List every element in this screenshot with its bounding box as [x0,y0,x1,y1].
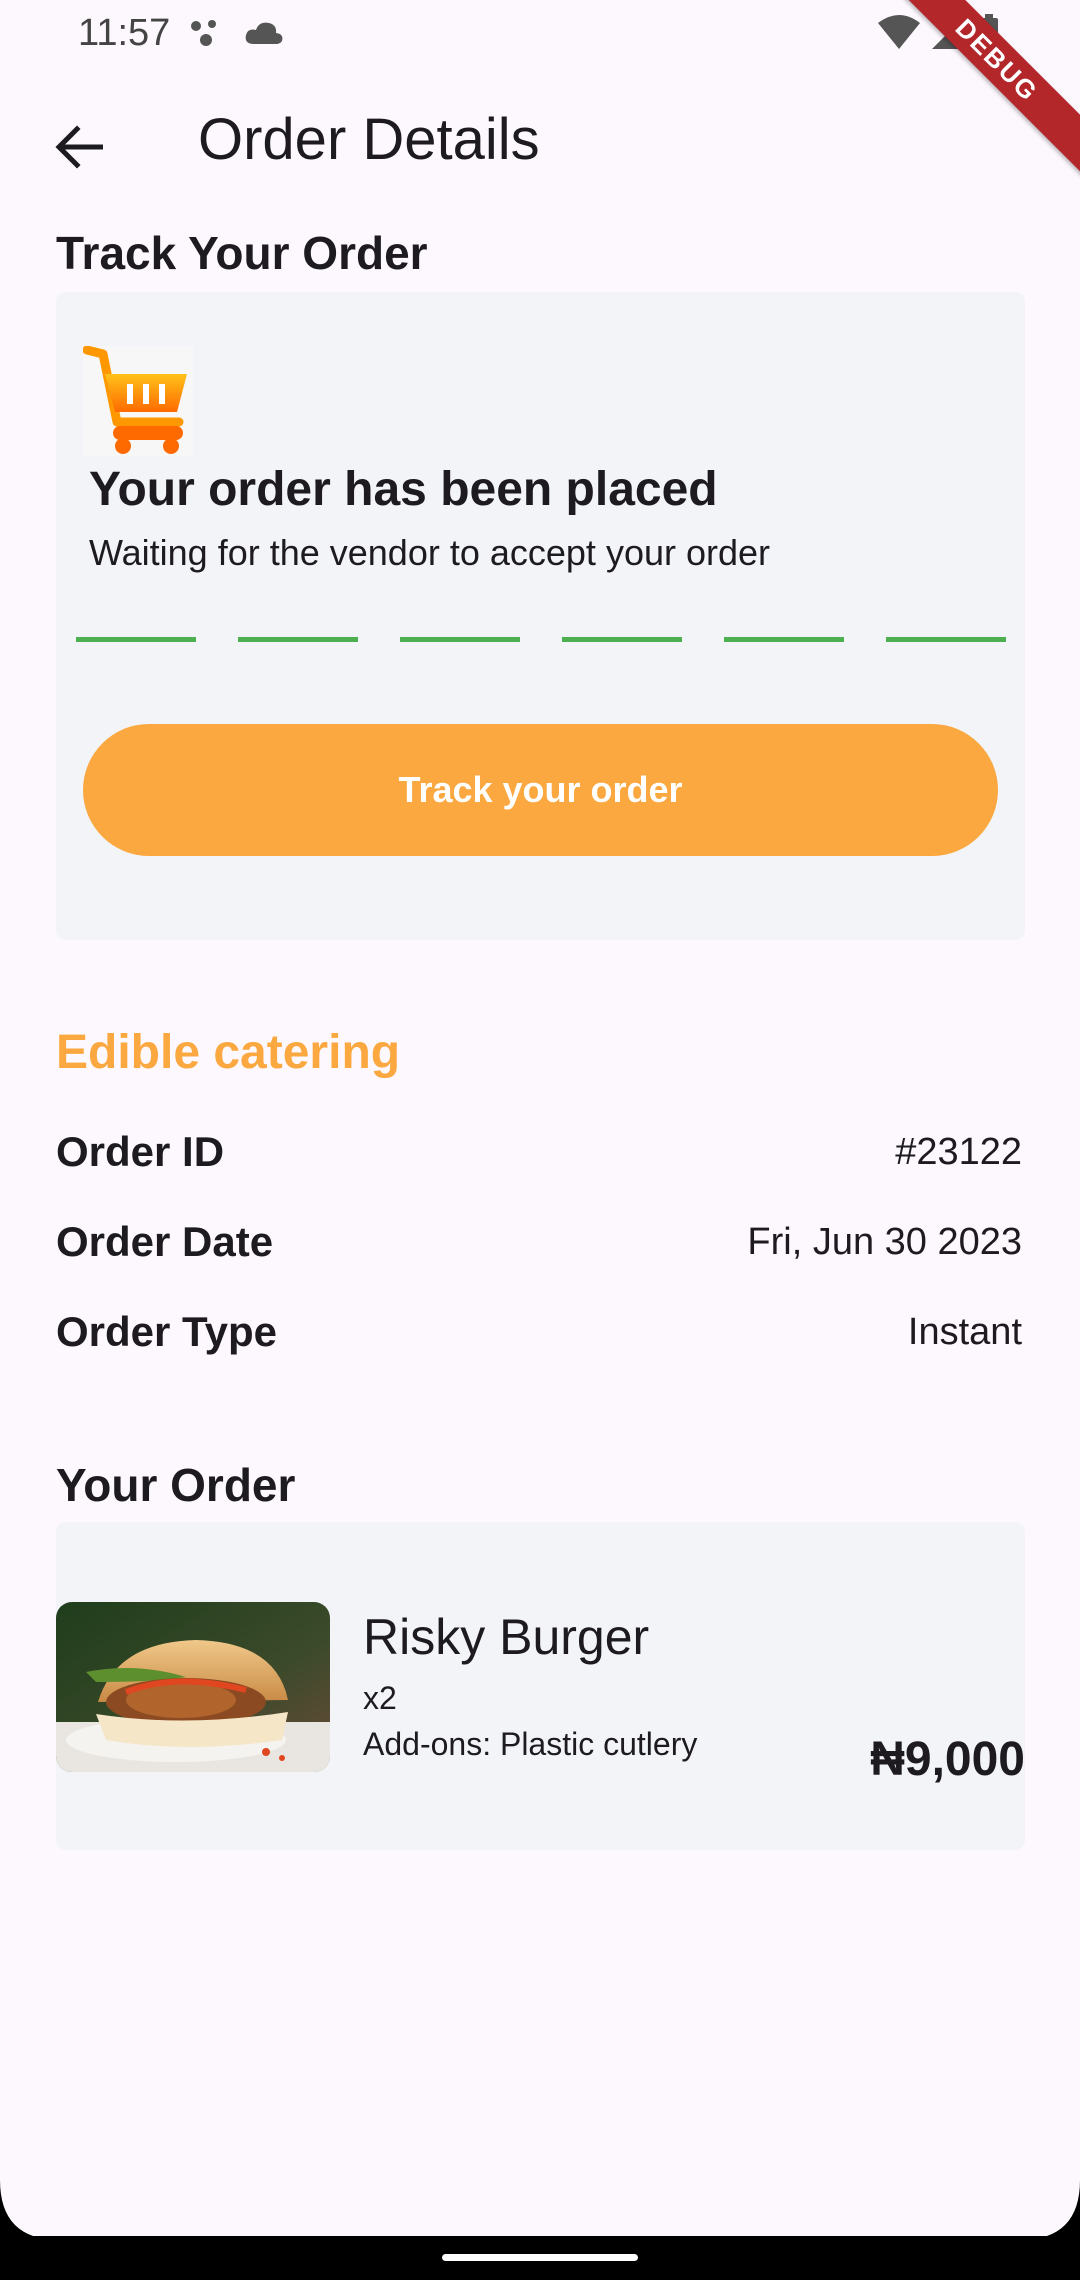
wifi-icon [878,15,920,49]
track-section-title: Track Your Order [56,227,428,279]
order-type-value: Instant [907,1311,1022,1353]
track-order-button[interactable]: Track your order [83,724,998,856]
item-price: ₦9,000 [870,1733,1025,1786]
order-status-subtitle: Waiting for the vendor to accept your or… [89,532,771,573]
status-bar: 11:57 [0,0,1080,70]
vendor-name: Edible catering [56,1026,401,1079]
burger-image [56,1602,330,1772]
app-bar: Order Details [0,100,1080,190]
status-icons-left [190,18,284,48]
order-id-value: #23122 [895,1131,1022,1173]
arrow-left-icon [55,125,103,169]
progress-step [238,637,358,642]
progress-step [562,637,682,642]
progress-step [400,637,520,642]
page-title: Order Details [198,107,540,172]
order-date-value: Fri, Jun 30 2023 [747,1221,1022,1263]
back-button[interactable] [48,116,110,178]
order-status-title: Your order has been placed [89,463,718,516]
home-gesture-handle[interactable] [442,2254,638,2261]
order-item-card[interactable]: Risky Burger x2 Add-ons: Plastic cutlery… [56,1522,1025,1850]
item-name: Risky Burger [363,1609,650,1665]
order-date-label: Order Date [56,1218,274,1265]
order-id-label: Order ID [56,1128,225,1175]
order-type-label: Order Type [56,1308,277,1355]
your-order-title: Your Order [56,1459,296,1511]
progress-step [76,637,196,642]
cloud-icon [245,22,283,44]
track-order-card: Your order has been placed Waiting for t… [56,292,1025,940]
assistant-dots-icon [191,20,216,46]
progress-step [886,637,1006,642]
status-time: 11:57 [78,12,171,54]
order-progress-bar [76,637,1006,642]
screen-corner-right [1020,2180,1080,2240]
shopping-cart-icon [82,345,193,456]
item-addons: Add-ons: Plastic cutlery [363,1726,698,1762]
item-quantity: x2 [363,1680,397,1716]
screen-corner-left [0,2180,60,2240]
progress-step [724,637,844,642]
